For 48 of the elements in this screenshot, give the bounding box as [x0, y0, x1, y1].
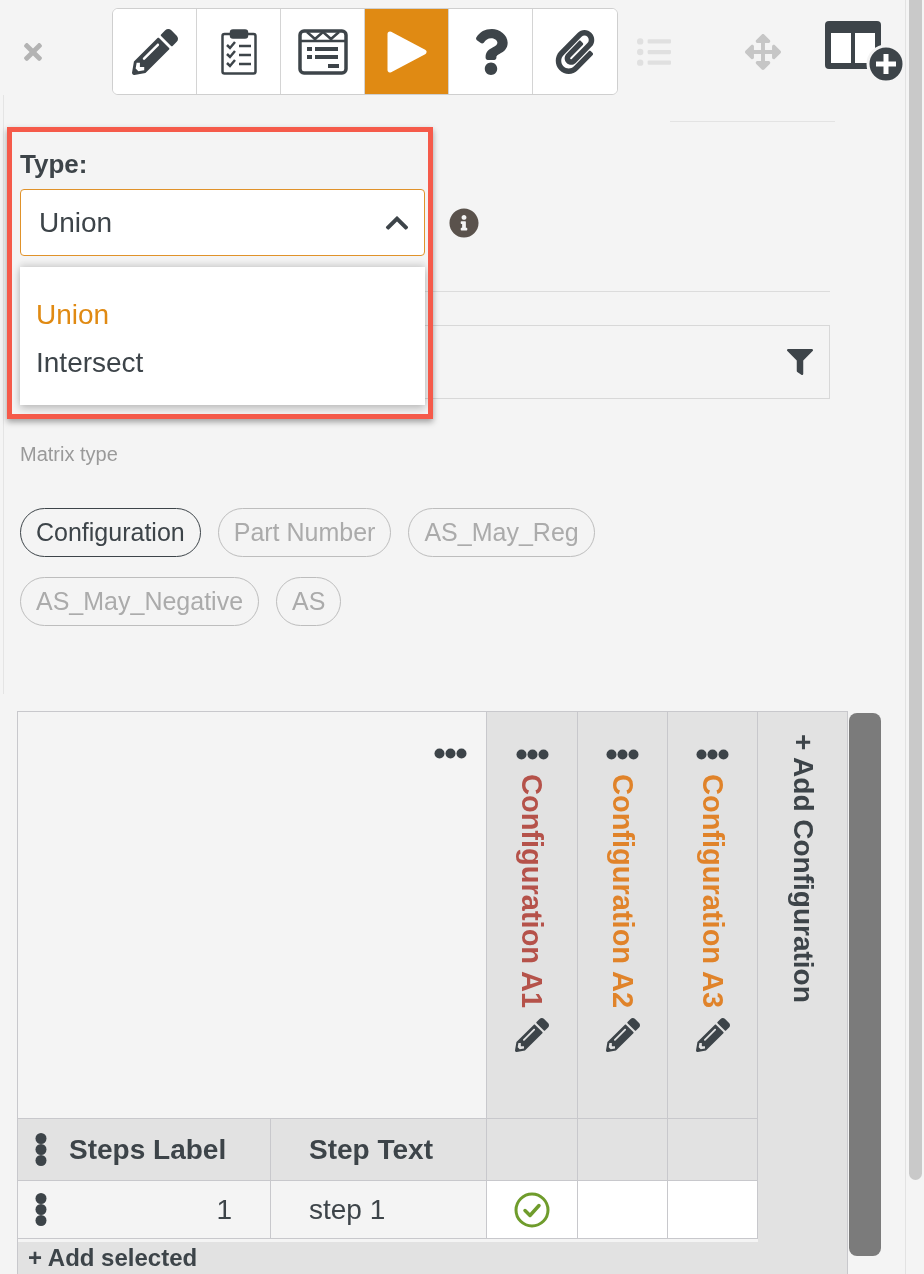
filter-icon [787, 349, 813, 375]
row-menu-button[interactable] [35, 1193, 47, 1226]
pencil-icon [605, 1018, 640, 1053]
menu-button[interactable] [696, 749, 729, 760]
add-configuration-button[interactable]: + Add Configuration [758, 712, 848, 1274]
paperclip-icon [553, 29, 597, 74]
column-title: Configuration A2 [605, 774, 640, 1009]
more-icon [696, 749, 729, 760]
info-icon [449, 207, 479, 238]
pencil-icon [695, 1018, 730, 1053]
more-icon [515, 749, 549, 760]
edit-button[interactable] [515, 1018, 549, 1053]
step-text: step 1 [309, 1193, 386, 1226]
column-title: Configuration A3 [695, 774, 730, 1009]
matrix-type-label: Matrix type [20, 442, 119, 466]
menu-button[interactable] [606, 749, 639, 760]
check-cell[interactable] [578, 1181, 668, 1239]
edit-button[interactable] [605, 1018, 640, 1053]
check-circle-icon [514, 1191, 550, 1228]
more-icon [606, 749, 639, 760]
check-cell[interactable] [487, 1181, 578, 1239]
pencil-icon [131, 28, 178, 75]
type-select[interactable]: Union [20, 189, 425, 256]
play-icon [385, 29, 428, 74]
header-text: Step Text [309, 1133, 433, 1166]
dropdown-option[interactable]: Intersect [20, 339, 425, 387]
add-selected-button[interactable]: + Add selected [18, 1242, 758, 1274]
scrollbar-thumb[interactable] [909, 0, 922, 1180]
move-icon [745, 33, 781, 70]
form-icon [297, 28, 348, 75]
menu-button[interactable] [434, 748, 467, 759]
column-title: Configuration A1 [515, 774, 549, 1009]
toolbar-button[interactable] [113, 9, 197, 94]
pencil-icon [515, 1018, 549, 1053]
step-label: 1 [216, 1193, 232, 1226]
more-icon [434, 748, 467, 759]
checklist-icon [220, 28, 257, 75]
type-label: Type: [20, 148, 89, 180]
vertical-dots-icon [35, 1133, 47, 1166]
check-cell[interactable] [668, 1181, 758, 1239]
add-layout-button[interactable] [825, 20, 905, 83]
menu-button[interactable] [515, 749, 549, 760]
column-menu-button[interactable] [35, 1133, 47, 1166]
edit-button[interactable] [695, 1018, 730, 1053]
scrollbar[interactable] [849, 713, 881, 1256]
header-text: Steps Label [69, 1133, 227, 1166]
vertical-dots-icon [35, 1193, 47, 1226]
add-layout-icon [825, 20, 905, 83]
